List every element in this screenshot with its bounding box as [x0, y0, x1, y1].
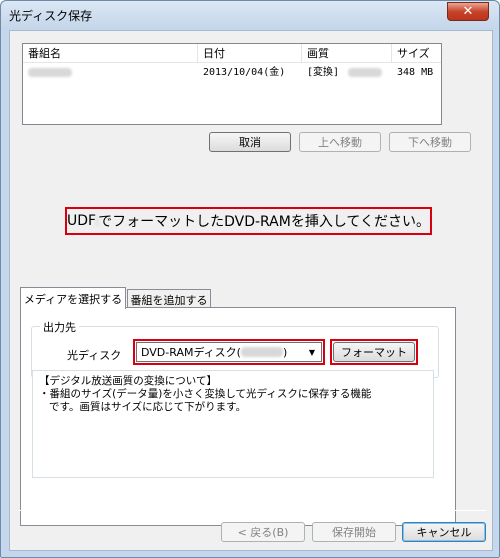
message-prefix: UDF — [67, 213, 97, 229]
conversion-info-text: 【デジタル放送画質の変換について】 ・番組のサイズ(データ量)を小さく変換して光… — [32, 370, 434, 478]
tab-select-media[interactable]: メディアを選択する — [20, 287, 126, 309]
move-down-button[interactable]: 下へ移動 — [389, 132, 471, 152]
info-line: です。画質はサイズに応じて下がります。 — [49, 401, 247, 413]
program-list[interactable]: 番組名 日付 画質 サイズ 2013/10/04(金) [変換] 348 MB — [22, 43, 442, 125]
program-name-cell — [23, 64, 198, 82]
program-date-cell: 2013/10/04(金) — [203, 67, 286, 78]
format-button[interactable]: フォーマット — [333, 342, 415, 362]
insert-disc-message: UDF でフォーマットしたDVD-RAMを挿入してください。 — [65, 207, 432, 235]
title-bar[interactable]: 光ディスク保存 ✕ — [1, 1, 499, 29]
column-header-size[interactable]: サイズ — [392, 44, 441, 63]
list-header: 番組名 日付 画質 サイズ — [23, 44, 441, 63]
disc-select-suffix: ) — [282, 345, 288, 359]
disc-select-prefix: DVD-RAMディスク( — [141, 346, 241, 359]
output-group-title: 出力先 — [40, 319, 79, 335]
redacted-quality — [348, 67, 383, 77]
program-quality-label: [変換] — [307, 67, 340, 78]
back-button[interactable]: < 戻る(B) — [221, 522, 305, 542]
start-save-button[interactable]: 保存開始 — [312, 522, 396, 542]
list-item[interactable]: 2013/10/04(金) [変換] 348 MB — [23, 64, 441, 82]
cancel-item-button[interactable]: 取消 — [209, 132, 291, 152]
redacted-udf-version — [96, 216, 99, 226]
redacted-disc-info — [240, 347, 283, 357]
column-header-date[interactable]: 日付 — [198, 44, 302, 63]
dialog-client-area: 番組名 日付 画質 サイズ 2013/10/04(金) [変換] 348 MB … — [9, 30, 493, 551]
move-up-button[interactable]: 上へ移動 — [299, 132, 381, 152]
redacted-name — [28, 67, 72, 77]
cancel-button[interactable]: キャンセル — [402, 522, 486, 542]
program-size-cell: 348 MB — [397, 67, 434, 78]
column-header-quality[interactable]: 画質 — [302, 44, 392, 63]
chevron-down-icon[interactable]: ▼ — [306, 346, 318, 358]
program-quality-cell: [変換] — [302, 64, 392, 82]
column-header-name[interactable]: 番組名 — [23, 44, 198, 63]
info-heading: 【デジタル放送画質の変換について】 — [39, 375, 217, 387]
info-line: ・番組のサイズ(データ量)を小さく変換して光ディスクに保存する機能 — [39, 388, 372, 400]
close-button[interactable]: ✕ — [447, 2, 489, 21]
window-title: 光ディスク保存 — [9, 9, 93, 23]
disc-select[interactable]: DVD-RAMディスク( ) ▼ — [136, 342, 322, 362]
close-icon: ✕ — [462, 4, 474, 19]
disc-label: 光ディスク — [67, 349, 122, 362]
footer-divider — [18, 510, 486, 511]
dialog-window: 光ディスク保存 ✕ 番組名 日付 画質 サイズ 2013/10/04(金) [変… — [0, 0, 500, 558]
tab-add-program[interactable]: 番組を追加する — [127, 289, 211, 309]
message-suffix: でフォーマットしたDVD-RAMを挿入してください。 — [98, 214, 430, 230]
